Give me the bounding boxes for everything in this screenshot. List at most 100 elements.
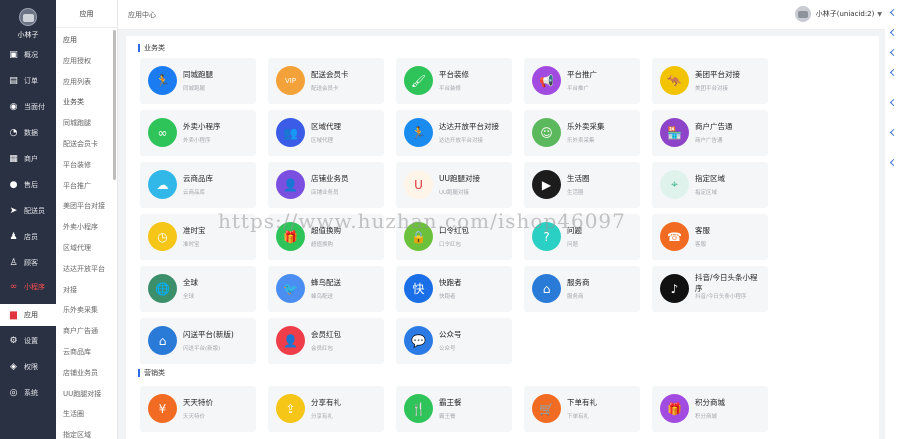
chevron-left-icon[interactable] (889, 28, 898, 37)
app-tile-desc: 平台装修 (439, 86, 462, 92)
app-tile[interactable]: 💬 公众号 公众号 (396, 318, 512, 364)
app-tile[interactable]: 快快跑者 快跑者 (396, 266, 512, 312)
submenu-link[interactable]: 区域代理 (63, 243, 91, 253)
app-tile-desc: 区域代理 (311, 138, 334, 144)
sidebar-item[interactable]: ▆ 应用 (0, 304, 56, 326)
app-tile-desc: 指定区域 (695, 190, 718, 196)
submenu-link[interactable]: 云商品库 (63, 347, 91, 357)
app-tile-desc: 分享有礼 (311, 414, 334, 420)
app-tile[interactable]: ⌂ 服务商 服务商 (524, 266, 640, 312)
sidebar-item[interactable]: ▤ 订单 (0, 70, 56, 92)
submenu-link[interactable]: 乐外卖采集 (63, 305, 98, 315)
sidebar-item[interactable]: ● 售后 (0, 174, 56, 196)
chevron-left-icon[interactable] (889, 98, 898, 107)
service-icon: ☎ (660, 222, 689, 251)
app-tile[interactable]: 🔒 口令红包 口令红包 (396, 214, 512, 260)
main-sidebar: 小林子 ▣ 概况 ▤ 订单 ◉ 当面付 ◔ 数据 ▦ 商户 ● 售后 ➤ 配送员 ♟ 店员 ♙ 顾客 ∞ 小程序 ▆ 应用… (0, 0, 56, 439)
sidebar-item-label: 当面付 (24, 103, 45, 111)
app-tile[interactable]: 👤 会员红包 会员红包 (268, 318, 384, 364)
user-menu[interactable]: 小林子(uniacid:2) ▼ (794, 6, 882, 22)
submenu-link[interactable]: UU跑腿对接 (63, 389, 101, 399)
app-tile[interactable]: 🐦 蜂鸟配送 蜂鸟配送 (268, 266, 384, 312)
app-tile[interactable]: 🎁 积分商城 积分商城 (652, 386, 768, 432)
app-tile[interactable]: ☺ 乐外卖采集 乐外卖采集 (524, 110, 640, 156)
share-icon: ⇪ (276, 394, 305, 423)
overview-icon: ▣ (9, 50, 18, 60)
app-tile-name: 准时宝 (183, 226, 206, 235)
tiktok-icon: ♪ (660, 274, 689, 303)
app-tile[interactable]: 👤 店铺业务员 店铺业务员 (268, 162, 384, 208)
sidebar-item[interactable]: ◎ 系统 (0, 382, 56, 404)
globe-icon: 🌐 (148, 274, 177, 303)
cart-icon: 🛒 (532, 394, 561, 423)
sidebar-item[interactable]: ▦ 商户 (0, 148, 56, 170)
chevron-left-icon[interactable] (889, 68, 898, 77)
app-tile-desc: 云商品库 (183, 190, 206, 196)
submenu-link[interactable]: 达达开放平台 (63, 264, 105, 274)
app-tile-desc: 美团平台对接 (695, 86, 729, 92)
sidebar-item[interactable]: ♟ 店员 (0, 226, 56, 248)
submenu-link[interactable]: 配送会员卡 (63, 139, 98, 149)
app-tile[interactable]: 🍴 霸王餐 霸王餐 (396, 386, 512, 432)
app-tile[interactable]: ◷ 准时宝 准时宝 (140, 214, 256, 260)
app-tile[interactable]: ☁ 云商品库 云商品库 (140, 162, 256, 208)
app-tile-name: 蜂鸟配送 (311, 278, 341, 287)
app-tile[interactable]: ⌂ 闪送平台(新版) 闪送平台(新版) (140, 318, 256, 364)
sidebar-item[interactable]: ♙ 顾客 (0, 252, 56, 274)
submenu-link[interactable]: 应用列表 (63, 77, 91, 87)
sidebar-item[interactable]: ◉ 当面付 (0, 96, 56, 118)
app-tile[interactable]: ▶ 生活圈 生活圈 (524, 162, 640, 208)
app-tile[interactable]: 🏃 同城跑腿 同城跑腿 (140, 58, 256, 104)
app-tile[interactable]: ☎ 客服 客服 (652, 214, 768, 260)
app-tile[interactable]: ¥ 天天特价 天天特价 (140, 386, 256, 432)
app-tile[interactable]: ♪ 抖音/今日头条小程序 抖音/今日头条小程序 (652, 266, 768, 312)
submenu-link[interactable]: 平台装修 (63, 160, 91, 170)
sidebar-item[interactable]: ∞ 小程序 (0, 276, 56, 298)
submenu-link[interactable]: 生活圈 (63, 409, 84, 419)
submenu-link[interactable]: 美团平台对接 (63, 201, 105, 211)
sidebar-item[interactable]: ▣ 概况 (0, 44, 56, 66)
sidebar-item[interactable]: ➤ 配送员 (0, 200, 56, 222)
app-tile[interactable]: 👥 区域代理 区域代理 (268, 110, 384, 156)
submenu-link[interactable]: 平台推广 (63, 181, 91, 191)
chevron-left-icon[interactable] (889, 158, 898, 167)
sidebar-item[interactable]: ◈ 权限 (0, 356, 56, 378)
app-tile[interactable]: ? 问题 问题 (524, 214, 640, 260)
chevron-left-icon[interactable] (889, 128, 898, 137)
app-tile-desc: 商户广告通 (695, 138, 723, 144)
app-tile[interactable]: 🏃 达达开放平台对接 达达开放平台对接 (396, 110, 512, 156)
submenu-link[interactable]: 同城跑腿 (63, 118, 91, 128)
submenu-link[interactable]: 对接 (63, 285, 77, 295)
app-tile[interactable]: 🖌 平台装修 平台装修 (396, 58, 512, 104)
sidebar-item-label: 设置 (24, 337, 38, 345)
app-tile-name: 云商品库 (183, 174, 213, 183)
submenu-link[interactable]: 外卖小程序 (63, 222, 98, 232)
avatar[interactable] (19, 8, 37, 26)
app-tile[interactable]: 🎁 超值换购 超值换购 (268, 214, 384, 260)
submenu-link[interactable]: 指定区域 (63, 430, 91, 439)
app-tile[interactable]: U UU跑腿对接 UU跑腿对接 (396, 162, 512, 208)
app-tile[interactable]: VIP 配送会员卡 配送会员卡 (268, 58, 384, 104)
submenu-link[interactable]: 商户广告通 (63, 326, 98, 336)
app-tile[interactable]: ∞ 外卖小程序 外卖小程序 (140, 110, 256, 156)
sidebar-item[interactable]: ⚙ 设置 (0, 330, 56, 352)
app-tile[interactable]: 🛒 下单有礼 下单有礼 (524, 386, 640, 432)
app-tile-desc: 超值换购 (311, 242, 334, 248)
sidebar-item[interactable]: ◔ 数据 (0, 122, 56, 144)
miniprogram-logo-icon: ∞ (148, 118, 177, 147)
app-tile[interactable]: 🦘 美团平台对接 美团平台对接 (652, 58, 768, 104)
app-tile[interactable]: 🌐 全球 全球 (140, 266, 256, 312)
app-tile[interactable]: ⌖ 指定区域 指定区域 (652, 162, 768, 208)
app-tile[interactable]: 🏪 商户广告通 商户广告通 (652, 110, 768, 156)
app-tile[interactable]: 📢 平台推广 平台推广 (524, 58, 640, 104)
sidebar-item-label: 小程序 (24, 283, 45, 291)
submenu-scrollbar[interactable] (113, 30, 116, 180)
chevron-left-icon[interactable] (889, 8, 898, 17)
submenu-link[interactable]: 店铺业务员 (63, 368, 98, 378)
submenu-link[interactable]: 应用授权 (63, 56, 91, 66)
app-tile-desc: 问题 (567, 242, 579, 248)
app-tile[interactable]: ⇪ 分享有礼 分享有礼 (268, 386, 384, 432)
gift-icon: 🎁 (276, 222, 305, 251)
chevron-left-icon[interactable] (889, 48, 898, 57)
sidebar-item-label: 配送员 (24, 207, 45, 215)
